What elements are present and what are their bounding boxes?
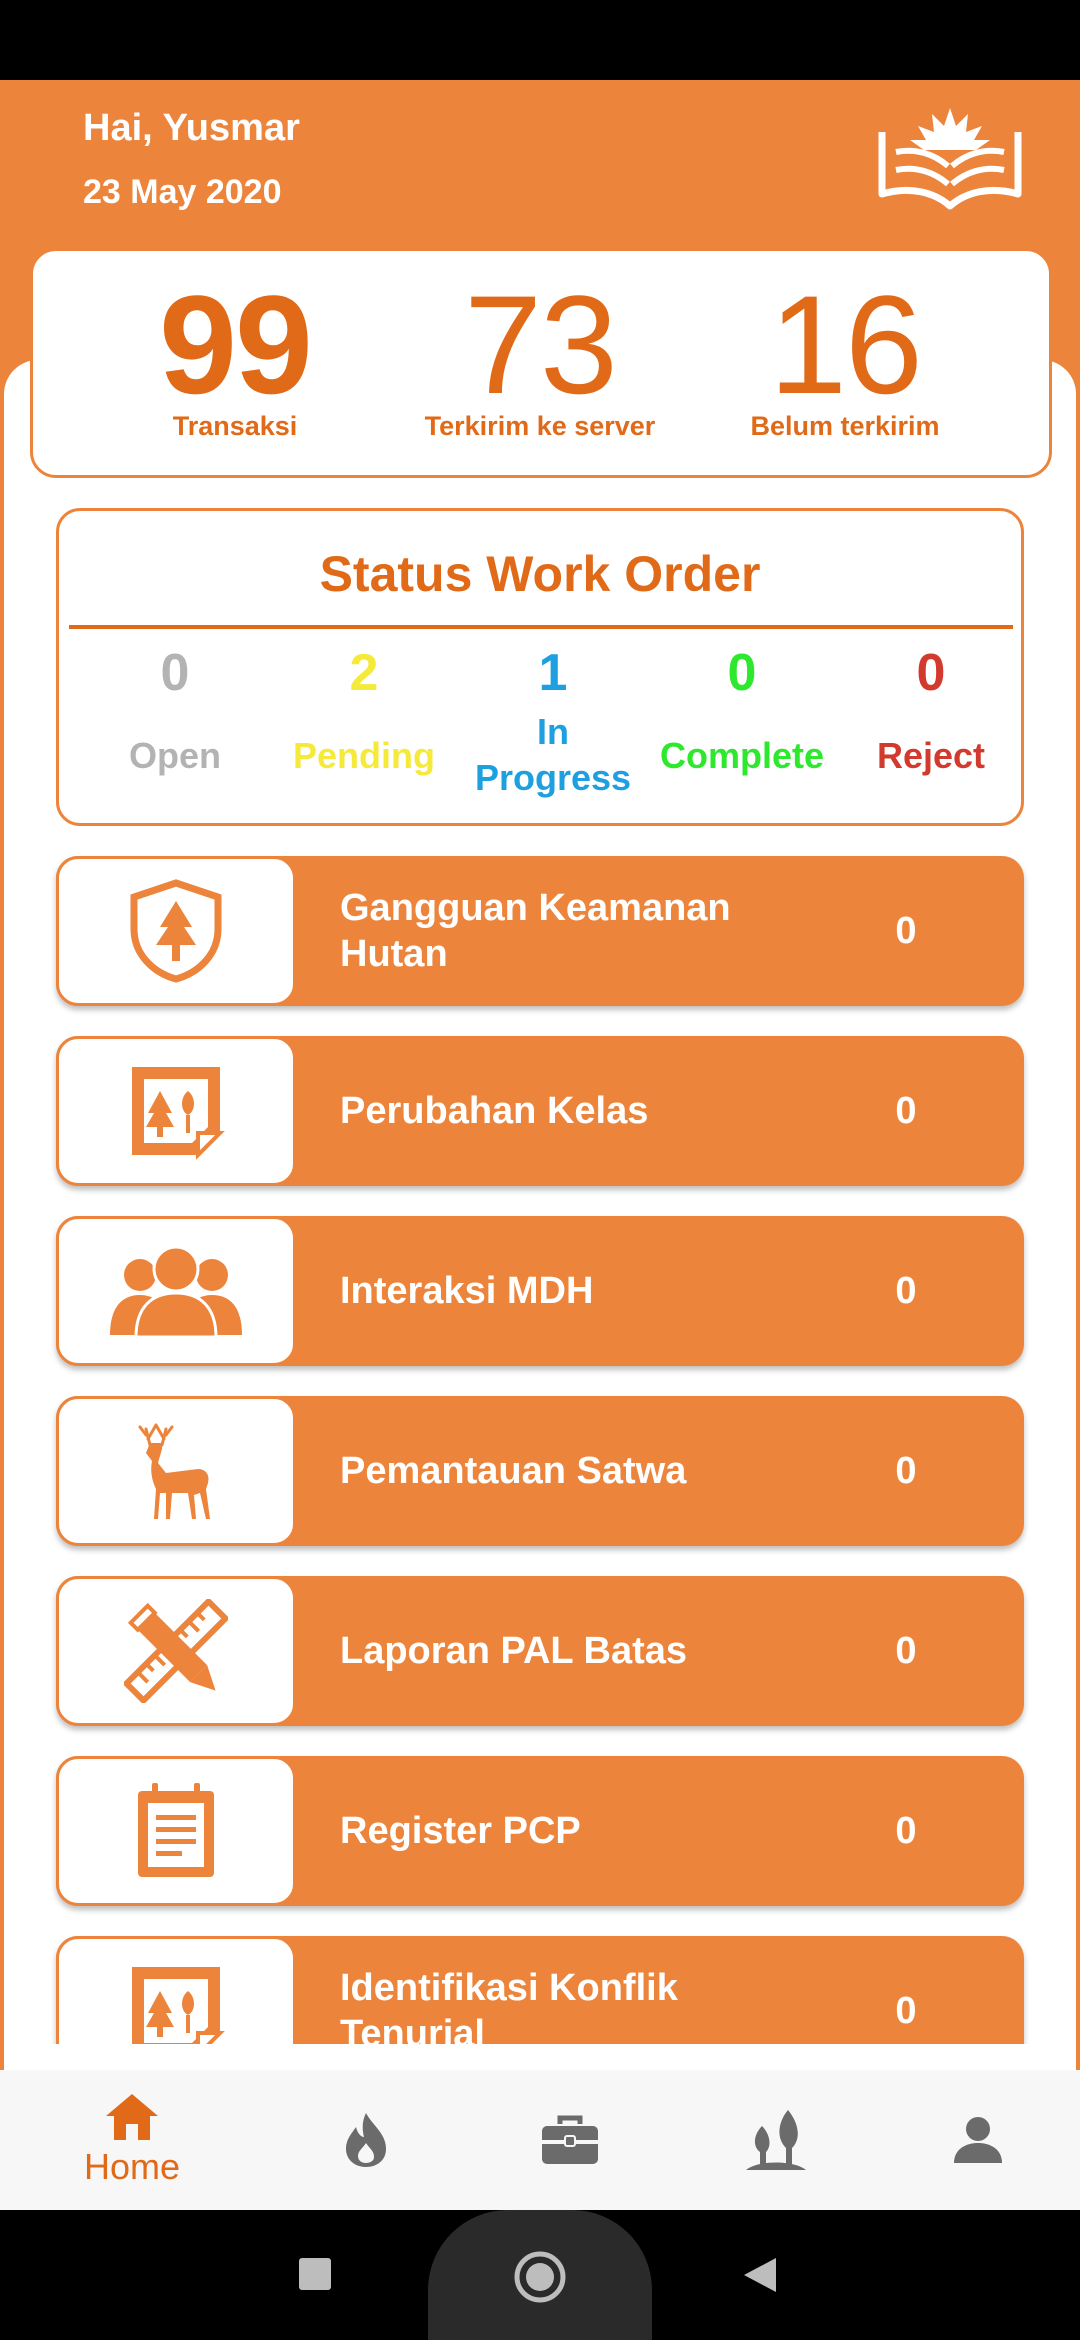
wo-label-line: In [537, 711, 569, 752]
stat-value: 16 [769, 266, 923, 423]
row-count: 0 [895, 1269, 917, 1312]
wo-label: Pending [293, 735, 435, 776]
stat-transaksi: 99 Transaksi [85, 266, 385, 442]
row-count: 0 [895, 1089, 917, 1132]
stat-label: Transaksi [172, 411, 298, 441]
row-count: 0 [895, 909, 917, 952]
clipboard-icon [138, 1783, 214, 1877]
wo-label: In Progress [458, 709, 648, 801]
row-label: Interaksi MDH [340, 1270, 594, 1312]
wo-count: 0 [160, 644, 190, 702]
wo-status-pending[interactable]: 2 Pending [269, 637, 459, 776]
menu-perubahan-kelas[interactable]: Perubahan Kelas 0 [56, 1036, 1024, 1186]
row-count: 0 [895, 1449, 917, 1492]
nav-home-label: Home [83, 2146, 181, 2187]
work-order-status-card: Status Work Order 0 Open 2 Pending 1 In … [56, 508, 1024, 826]
briefcase-icon [542, 2115, 598, 2164]
stat-terkirim: 73 Terkirim ke server [390, 266, 690, 442]
row-label: Register PCP [340, 1810, 581, 1852]
wo-count: 2 [349, 644, 379, 702]
profile-icon [954, 2117, 1002, 2163]
wo-label: Open [128, 735, 221, 776]
menu-pemantauan-satwa[interactable]: Pemantauan Satwa 0 [56, 1396, 1024, 1546]
row-icon-box [56, 1396, 296, 1546]
menu-register-pcp[interactable]: Register PCP 0 [56, 1756, 1024, 1906]
menu-laporan-pal-batas[interactable]: Laporan PAL Batas 0 [56, 1576, 1024, 1726]
wo-count: 0 [916, 644, 946, 702]
row-icon-box [56, 1216, 296, 1366]
row-label: Identifikasi Konflik Tenurial [340, 1967, 678, 2044]
people-group-icon [110, 1245, 242, 1337]
row-icon-box [56, 1576, 296, 1726]
stat-value: 73 [464, 266, 618, 423]
row-icon-box [56, 1036, 296, 1186]
row-label: Gangguan Keamanan Hutan [340, 887, 731, 975]
menu-interaksi-mdh[interactable]: Interaksi MDH 0 [56, 1216, 1024, 1366]
work-order-title: Status Work Order [319, 546, 761, 602]
row-label: Perubahan Kelas [340, 1090, 649, 1132]
wo-label: Complete [659, 735, 825, 776]
nav-briefcase[interactable] [462, 2070, 678, 2210]
app-logo-icon [878, 108, 1022, 210]
recents-button-icon[interactable] [299, 2258, 331, 2290]
stat-label: Belum terkirim [750, 411, 940, 441]
scroll-content[interactable]: Hai, Yusmar 23 May 2020 99 Transaksi 73 … [0, 80, 1080, 2044]
trees-icon [746, 2110, 806, 2170]
stat-label: Terkirim ke server [424, 411, 656, 441]
stat-belum-terkirim: 16 Belum terkirim [695, 266, 995, 442]
app-screen: Hai, Yusmar 23 May 2020 99 Transaksi 73 … [0, 80, 1080, 2210]
stats-card: 99 Transaksi 73 Terkirim ke server 16 Be… [30, 248, 1052, 478]
wo-status-reject[interactable]: 0 Reject [836, 637, 1026, 776]
row-count: 0 [895, 1989, 917, 2032]
forest-shield-icon [130, 879, 222, 983]
row-icon-box [56, 856, 296, 1006]
row-label: Pemantauan Satwa [340, 1450, 687, 1492]
pencil-ruler-icon [124, 1599, 228, 1703]
row-label: Laporan PAL Batas [340, 1630, 688, 1672]
date-text: 23 May 2020 [83, 173, 282, 211]
nav-profile[interactable] [870, 2070, 1080, 2210]
wo-status-in-progress[interactable]: 1 In Progress [458, 637, 648, 798]
wo-status-complete[interactable]: 0 Complete [647, 637, 837, 776]
nav-trees[interactable] [668, 2070, 884, 2210]
menu-gangguan-keamanan-hutan[interactable]: Gangguan Keamanan Hutan 0 [56, 856, 1024, 1006]
home-icon [106, 2094, 158, 2140]
home-button-icon[interactable] [513, 2250, 567, 2304]
menu-identifikasi-konflik-tenurial[interactable]: Identifikasi Konflik Tenurial 0 [56, 1936, 1024, 2044]
row-count: 0 [895, 1809, 917, 1852]
divider [69, 625, 1013, 629]
bottom-navigation: Home [0, 2070, 1080, 2210]
wo-count: 0 [727, 644, 757, 702]
row-count: 0 [895, 1629, 917, 1672]
nav-home[interactable]: Home [24, 2070, 240, 2210]
tree-document-icon [132, 1967, 225, 2044]
wo-count: 1 [538, 644, 568, 702]
deer-icon [138, 1423, 210, 1519]
wo-label: Reject [876, 735, 986, 776]
row-icon-box [56, 1936, 296, 2044]
system-navigation-bar [0, 2210, 1080, 2340]
tree-document-icon [132, 1067, 225, 1160]
status-bar [0, 0, 1080, 80]
greeting-text: Hai, Yusmar [83, 107, 300, 149]
back-button-icon[interactable] [742, 2256, 778, 2294]
fire-icon [346, 2113, 386, 2167]
wo-status-open[interactable]: 0 Open [80, 637, 270, 776]
nav-fire[interactable] [258, 2070, 474, 2210]
wo-label-line: Progress [474, 757, 632, 798]
row-icon-box [56, 1756, 296, 1906]
stat-value: 99 [159, 266, 313, 423]
